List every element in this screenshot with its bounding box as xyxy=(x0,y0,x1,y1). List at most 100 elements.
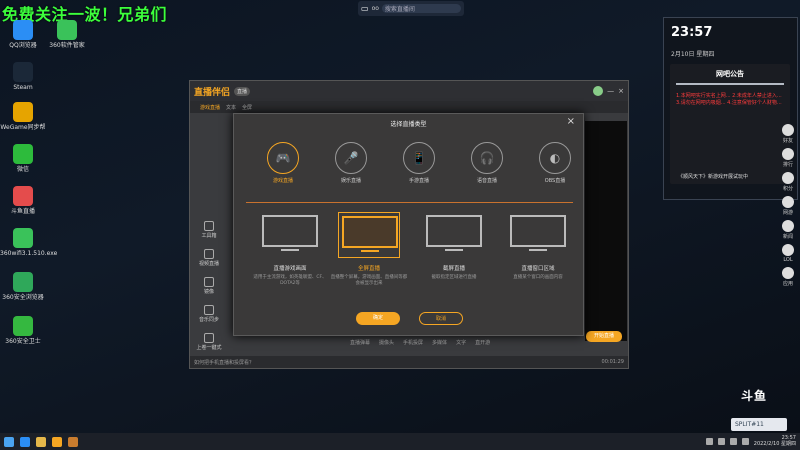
side-time: 23:57 xyxy=(671,25,713,40)
live-type-option[interactable]: 🎤 娱乐直播 xyxy=(326,142,376,184)
live-type-icon: ◐ xyxy=(539,142,571,174)
left-nav-item[interactable]: 上卷一键式 xyxy=(194,333,224,351)
app-icon xyxy=(13,272,33,292)
search-input[interactable]: 搜索直播间 xyxy=(381,4,461,13)
right-bar-label: 积分 xyxy=(782,186,793,192)
desktop-icon-label: 360软件管家 xyxy=(49,42,85,49)
live-type-label: OBS直播 xyxy=(544,178,566,184)
capture-mode-option[interactable]: 全屏直播 直播整个屏幕，游戏画面、直播间等都会被显示出来 xyxy=(329,212,409,287)
volume-icon[interactable] xyxy=(741,437,749,445)
tray-icon[interactable] xyxy=(705,437,713,445)
cancel-button[interactable]: 取消 xyxy=(419,312,463,325)
top-capture-bar[interactable]: ▭ oo 搜索直播间 xyxy=(358,1,464,16)
desktop-icon[interactable]: 斗鱼直播 xyxy=(0,186,46,215)
status-hint[interactable]: 如何把手机直播和投屏看？ xyxy=(194,359,254,366)
tab-fullscreen[interactable]: 全屏 xyxy=(242,104,252,111)
nav-icon xyxy=(204,249,214,259)
browser-icon[interactable] xyxy=(20,436,30,447)
dialog-title: 选择直播类型 xyxy=(390,121,427,128)
desktop-icon-label: 360安全卫士 xyxy=(5,338,41,345)
app-icon xyxy=(13,316,33,336)
desktop: 免费关注一波！兄弟们 QQ浏览器 360软件管家 Steam WeGame同步帮 微信斗… xyxy=(0,0,800,433)
system-tray: 23:57 2022/2/10 星期四 xyxy=(705,435,796,447)
monitor-icon xyxy=(338,212,400,258)
bottom-tab[interactable]: 直开游 xyxy=(475,339,490,346)
circle-icon xyxy=(782,148,794,160)
tab-text[interactable]: 文本 xyxy=(226,104,236,111)
tray-icon[interactable] xyxy=(717,437,725,445)
status-bar: 如何把手机直播和投屏看？ 00:01:29 xyxy=(190,356,628,368)
live-type-option[interactable]: 🎮 游戏直播 xyxy=(258,142,308,184)
capture-mode-option[interactable]: 截屏直播截取指定区域进行直播 xyxy=(414,212,494,281)
desktop-icon[interactable]: Steam xyxy=(0,62,46,91)
desktop-icon[interactable]: WeGame同步帮 xyxy=(0,102,46,131)
mode-desc: 适用于主流游戏，如英雄联盟、CF、DOTA2等 xyxy=(253,275,327,286)
live-type-option[interactable]: 📱 手游直播 xyxy=(394,142,444,184)
bottom-tab[interactable]: 直播弹幕 xyxy=(350,339,370,346)
live-type-icon: 🎤 xyxy=(335,142,367,174)
bottom-tab[interactable]: 多媒体 xyxy=(432,339,447,346)
bottom-tab[interactable]: 摄像头 xyxy=(379,339,394,346)
tray-icon[interactable] xyxy=(729,437,737,445)
mode-desc: 截取指定区域进行直播 xyxy=(431,275,477,280)
mode-name: 截屏直播 xyxy=(442,266,465,272)
dialog-close-icon[interactable]: × xyxy=(567,116,575,127)
right-bar-label: 应用 xyxy=(782,281,793,287)
desktop-icon[interactable]: 360wifi3.1.510.exe xyxy=(0,228,58,257)
right-bar-item[interactable]: LOL xyxy=(779,244,797,263)
taskbar: 23:57 2022/2/10 星期四 xyxy=(0,433,800,450)
left-nav-item[interactable]: 镜像 xyxy=(194,277,224,295)
app-icon xyxy=(13,144,33,164)
bottom-tab[interactable]: 手机投屏 xyxy=(403,339,423,346)
right-bar-item[interactable]: 应用 xyxy=(779,267,797,287)
live-type-label: 游戏直播 xyxy=(272,178,293,184)
close-icon[interactable]: × xyxy=(618,87,624,95)
desktop-icon[interactable]: 360安全浏览器 xyxy=(0,272,46,301)
start-icon[interactable] xyxy=(4,436,14,447)
desktop-icon[interactable]: 360安全卫士 xyxy=(0,316,46,345)
desktop-icon-label: 360wifi3.1.510.exe xyxy=(0,250,58,257)
app-icon[interactable] xyxy=(52,436,62,447)
bottom-tab[interactable]: 文字 xyxy=(456,339,466,346)
avatar[interactable] xyxy=(593,86,604,96)
minimize-icon[interactable]: — xyxy=(607,87,614,95)
live-type-icon: 🎮 xyxy=(267,142,299,174)
right-bar-item[interactable]: 网游 xyxy=(779,196,797,216)
live-type-label: 娱乐直播 xyxy=(340,178,361,184)
app-icon xyxy=(57,20,77,40)
watermark-badge: SPLIT#11 xyxy=(731,418,787,431)
left-nav-item[interactable]: 工具箱 xyxy=(194,221,224,239)
monitor-icon xyxy=(507,212,569,258)
capture-mode-option[interactable]: 直播窗口区域 直播某个窗口的画面内容 xyxy=(498,212,578,281)
mode-name: 直播窗口区域 xyxy=(521,266,555,272)
desktop-icon[interactable]: QQ浏览器 xyxy=(0,20,46,49)
left-nav-item[interactable]: 音乐同步 xyxy=(194,305,224,323)
right-bar-item[interactable]: 排行 xyxy=(779,148,797,168)
right-bar-item[interactable]: 好友 xyxy=(779,124,797,144)
mode-name: 直播游戏画面 xyxy=(273,266,307,272)
right-bar-label: 排行 xyxy=(782,162,793,168)
tab-game[interactable]: 游戏直播 xyxy=(200,104,220,111)
version-badge[interactable]: 直播 xyxy=(234,86,251,96)
desktop-icon[interactable]: 微信 xyxy=(0,144,46,173)
taskbar-clock[interactable]: 23:57 2022/2/10 星期四 xyxy=(754,435,796,447)
capture-mode-option[interactable]: 直播游戏画面适用于主流游戏，如英雄联盟、CF、DOTA2等 xyxy=(250,212,330,287)
preview-panel xyxy=(585,121,627,341)
live-type-option[interactable]: 🎧 语音直播 xyxy=(462,142,512,184)
capture-label: oo xyxy=(371,5,379,12)
ok-button[interactable]: 确定 xyxy=(356,312,400,325)
app-icon xyxy=(13,20,33,40)
left-nav-item[interactable]: 视频直播 xyxy=(194,249,224,267)
explorer-icon[interactable] xyxy=(36,436,46,447)
start-live-button[interactable]: 开始直播 xyxy=(586,331,622,342)
media-icon[interactable] xyxy=(68,436,78,447)
desktop-icon-label: 360安全浏览器 xyxy=(2,294,44,301)
left-nav-label: 镜像 xyxy=(203,289,214,295)
right-bar-item[interactable]: 积分 xyxy=(779,172,797,192)
live-type-option[interactable]: ◐ OBS直播 xyxy=(530,142,580,184)
notice-text: 1.本网吧实行实名上网... 2.未成年人禁止进入... 3.请勿在网吧内吸烟.… xyxy=(676,92,782,106)
monitor-icon xyxy=(423,212,485,258)
right-bar-item[interactable]: 新闻 xyxy=(779,220,797,240)
app-icon xyxy=(13,102,33,122)
desktop-icon[interactable]: 360软件管家 xyxy=(44,20,90,49)
